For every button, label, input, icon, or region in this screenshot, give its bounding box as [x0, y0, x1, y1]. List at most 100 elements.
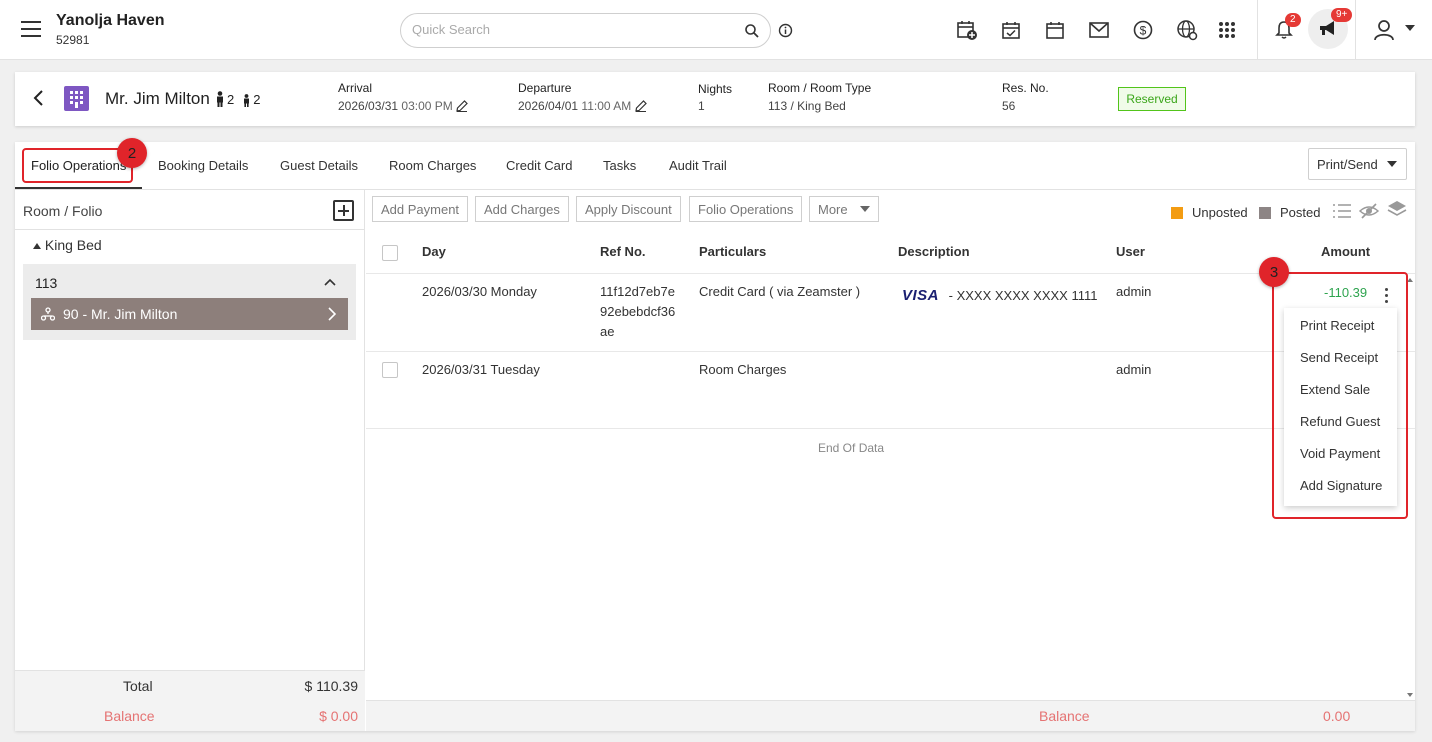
- more-label: More: [818, 201, 848, 217]
- megaphone-icon: [1320, 21, 1334, 35]
- search-icon[interactable]: [744, 23, 760, 39]
- departure-value: 2026/04/01 11:00 AM: [518, 99, 647, 113]
- add-folio-button[interactable]: [333, 200, 354, 221]
- adult-count: 2: [227, 92, 235, 107]
- layers-icon[interactable]: [1387, 200, 1407, 220]
- res-no-label: Res. No.: [1002, 81, 1049, 95]
- visa-logo: VISA: [902, 287, 940, 304]
- table-row[interactable]: 2026/03/31 Tuesday Room Charges admin: [366, 352, 1415, 429]
- tab-guest-details[interactable]: Guest Details: [280, 158, 358, 173]
- balance-value: $ 0.00: [319, 708, 358, 724]
- folio-operations-button[interactable]: Folio Operations: [689, 196, 803, 222]
- ref-line: 92ebebdcf36: [600, 304, 676, 319]
- balance-label: Balance: [1039, 708, 1090, 724]
- total-label: Total: [123, 678, 153, 694]
- arrival-value: 2026/03/31 03:00 PM: [338, 99, 468, 113]
- child-count: 2: [253, 92, 261, 107]
- row-checkbox[interactable]: [382, 362, 398, 378]
- print-send-button[interactable]: Print/Send: [1308, 148, 1407, 180]
- annotation-step-3: 3: [1259, 257, 1289, 287]
- ref-line: ae: [600, 324, 615, 339]
- info-icon[interactable]: [778, 23, 793, 38]
- row-day: 2026/03/31 Tuesday: [422, 362, 540, 377]
- arrival-label: Arrival: [338, 81, 373, 95]
- add-payment-button[interactable]: Add Payment: [372, 196, 469, 222]
- row-ref: 11f12d7eb7e 92ebebdcf36 ae: [600, 282, 675, 342]
- calendar-icon[interactable]: [1043, 18, 1067, 42]
- folio-tree-icon: [41, 307, 55, 321]
- annotation-step-2: 2: [117, 138, 147, 168]
- posted-swatch: [1259, 206, 1271, 219]
- divider: [1355, 0, 1356, 60]
- hide-icon[interactable]: [1359, 202, 1379, 220]
- nights-value: 1: [698, 99, 705, 113]
- row-user: admin: [1116, 284, 1152, 299]
- folio-label: 90 - Mr. Jim Milton: [63, 306, 178, 322]
- caret-down-icon: [1387, 161, 1397, 167]
- more-button[interactable]: More: [809, 196, 879, 222]
- table-row[interactable]: 2026/03/30 Monday 11f12d7eb7e 92ebebdcf3…: [366, 274, 1415, 352]
- folio-panel: Folio Operations Booking Details Guest D…: [15, 142, 1415, 731]
- nights-label: Nights: [698, 82, 733, 96]
- room-type-group[interactable]: King Bed: [33, 237, 102, 253]
- ref-line: 11f12d7eb7e: [600, 284, 675, 299]
- apply-discount-button[interactable]: Apply Discount: [576, 196, 681, 222]
- res-no-value: 56: [1002, 99, 1016, 113]
- departure-label: Departure: [518, 81, 572, 95]
- room-type-value: 113 / King Bed: [768, 99, 846, 113]
- legend-unposted: Unposted: [1171, 205, 1248, 220]
- menu-icon[interactable]: [21, 21, 41, 37]
- apps-grid-icon[interactable]: [1215, 18, 1239, 42]
- calendar-check-icon[interactable]: [999, 18, 1023, 42]
- row-day: 2026/03/30 Monday: [422, 284, 537, 299]
- table-header: Day Ref No. Particulars Description User…: [366, 232, 1415, 274]
- caret-down-icon: [859, 206, 870, 212]
- unposted-label: Unposted: [1192, 205, 1248, 220]
- active-tab-indicator: [15, 187, 142, 189]
- col-amount: Amount: [1321, 244, 1371, 259]
- balance-label: Balance: [104, 708, 155, 724]
- dollar-icon[interactable]: $: [1131, 18, 1155, 42]
- divider: [1257, 0, 1258, 60]
- edit-icon[interactable]: [634, 100, 647, 112]
- chevron-up-icon[interactable]: [324, 278, 336, 286]
- notification-count-badge: 2: [1285, 13, 1301, 27]
- posted-label: Posted: [1280, 205, 1321, 220]
- building-icon: [64, 86, 89, 111]
- status-badge: Reserved: [1118, 87, 1186, 111]
- list-view-icon[interactable]: [1332, 202, 1352, 220]
- edit-icon[interactable]: [456, 100, 468, 112]
- annotation-box-action-menu: [1272, 272, 1408, 519]
- user-avatar-icon[interactable]: [1372, 18, 1396, 42]
- room-folio-label: Room / Folio: [23, 203, 103, 219]
- col-ref: Ref No.: [600, 244, 646, 259]
- calendar-add-icon[interactable]: [955, 18, 979, 42]
- row-description: VISA - XXXX XXXX XXXX 1111: [902, 286, 1098, 306]
- card-masked: - XXXX XXXX XXXX 1111: [948, 288, 1098, 303]
- scroll-down-arrow[interactable]: [1407, 693, 1413, 697]
- tab-booking-details[interactable]: Booking Details: [158, 158, 248, 173]
- tab-tasks[interactable]: Tasks: [603, 158, 636, 173]
- globe-settings-icon[interactable]: [1175, 18, 1199, 42]
- row-user: admin: [1116, 362, 1152, 377]
- room-group: 113 90 - Mr. Jim Milton: [23, 264, 356, 340]
- tab-audit-trail[interactable]: Audit Trail: [669, 158, 727, 173]
- balance-value: 0.00: [1323, 708, 1351, 724]
- tab-room-charges[interactable]: Room Charges: [389, 158, 476, 173]
- total-value: $ 110.39: [304, 678, 358, 694]
- back-arrow-icon[interactable]: [32, 89, 44, 107]
- select-all-checkbox[interactable]: [382, 245, 398, 261]
- tab-bar: Folio Operations Booking Details Guest D…: [15, 142, 1415, 190]
- arrival-date: 2026/03/31: [338, 99, 399, 113]
- mail-icon[interactable]: [1087, 18, 1111, 42]
- search-input[interactable]: [412, 22, 732, 37]
- folio-item[interactable]: 90 - Mr. Jim Milton: [31, 298, 348, 330]
- quick-search[interactable]: [400, 13, 771, 48]
- tab-credit-card[interactable]: Credit Card: [506, 158, 572, 173]
- chevron-down-icon[interactable]: [1405, 25, 1415, 31]
- top-bar: Yanolja Haven 52981 $ 2 9+: [0, 0, 1432, 60]
- left-summary: Total $ 110.39 Balance $ 0.00: [15, 670, 365, 731]
- caret-up-icon: [33, 243, 41, 249]
- row-particulars: Credit Card ( via Zeamster ): [699, 284, 861, 299]
- add-charges-button[interactable]: Add Charges: [475, 196, 569, 222]
